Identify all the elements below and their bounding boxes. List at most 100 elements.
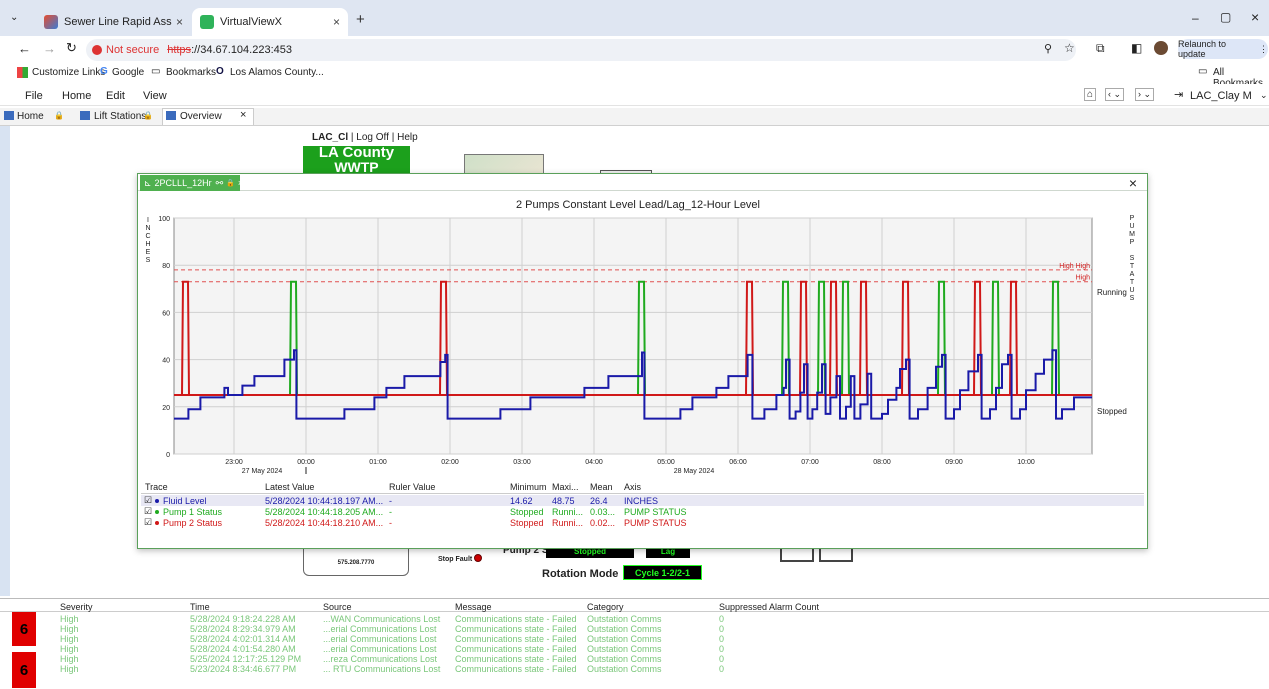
tab-home[interactable]: Home <box>17 111 44 122</box>
right-axis-letter: P <box>1130 215 1135 222</box>
bookmark-customize-links[interactable]: Customize Links <box>32 67 105 78</box>
log-off-link[interactable]: Log Off <box>356 132 389 143</box>
location-icon[interactable]: ⚲ <box>1044 42 1052 55</box>
extensions-icon[interactable]: ⧉ <box>1096 41 1105 56</box>
county-banner: LA County WWTP <box>303 146 410 176</box>
trend-chart[interactable]: 2 Pumps Constant Level Lead/Lag_12-Hour … <box>138 192 1147 480</box>
alarm-source: ... RTU Communications Lost <box>323 664 441 674</box>
close-tab-icon[interactable]: × <box>176 15 183 29</box>
alarm-header-severity[interactable]: Severity <box>60 602 93 612</box>
star-icon[interactable]: ☆ <box>1064 41 1075 55</box>
alarm-row[interactable]: High 5/25/2024 12:17:25.129 PM ...reza Com… <box>0 654 1269 664</box>
alarm-row[interactable]: High 5/23/2024 8:34:46.677 PM ... RTU Comm… <box>0 664 1269 674</box>
left-axis-label: INCHES <box>145 217 150 264</box>
legend-checkbox[interactable]: ☑ <box>144 517 152 528</box>
left-axis-letter: S <box>146 257 151 264</box>
close-tab-icon[interactable]: × <box>238 178 243 188</box>
bookmark-google[interactable]: Google <box>112 67 144 78</box>
back-icon[interactable]: ← <box>18 41 31 56</box>
not-secure-label: Not secure <box>106 44 160 56</box>
browser-tab-virtualviewx[interactable]: VirtualViewX × <box>192 8 348 36</box>
legend-checkbox[interactable]: ☑ <box>144 495 152 506</box>
help-link[interactable]: Help <box>397 132 418 143</box>
legend-color-dot <box>155 521 159 525</box>
right-axis-letter: S <box>1130 255 1135 262</box>
url-scheme: https <box>167 44 192 56</box>
alarm-header-source[interactable]: Source <box>323 602 352 612</box>
alarm-header-suppressed[interactable]: Suppressed Alarm Count <box>719 602 819 612</box>
forward-icon[interactable]: → <box>43 41 56 56</box>
new-tab-button[interactable]: + <box>356 11 365 28</box>
tab-search-icon[interactable]: ⌄ <box>10 12 18 23</box>
alarm-row[interactable]: High 5/28/2024 8:29:34.979 AM ...erial Com… <box>0 624 1269 634</box>
popup-tab[interactable]: ⊾ 2PCLLL_12Hr ⚯ 🔒 × <box>140 175 243 191</box>
los-alamos-icon: O <box>216 66 224 77</box>
alarm-header-time[interactable]: Time <box>190 602 210 612</box>
y-tick-label: 0 <box>166 452 170 459</box>
browser-tab-sewer[interactable]: Sewer Line Rapid Assessment T × <box>36 8 191 36</box>
popup-close-button[interactable]: × <box>1129 175 1137 191</box>
y-tick-label: 20 <box>162 405 170 412</box>
reload-icon[interactable]: ↻ <box>66 40 77 56</box>
alarm-message: Communications state - Failed <box>455 624 577 634</box>
bookmark-los-alamos[interactable]: Los Alamos County... <box>230 67 324 78</box>
legend-row[interactable]: ☑ Fluid Level 5/28/2024 10:44:18.197 AM...… <box>141 495 1144 506</box>
legend-mean: 0.02... <box>590 517 616 528</box>
link-icon: ⚯ <box>215 177 224 188</box>
alarm-row[interactable]: High 5/28/2024 4:01:54.280 AM ...erial Com… <box>0 644 1269 654</box>
tab-lift-stations[interactable]: Lift Stations <box>94 111 146 122</box>
right-axis-letter: A <box>1130 271 1135 278</box>
alarm-row[interactable]: High 5/28/2024 9:18:24.228 AM ...WAN Commu… <box>0 614 1269 624</box>
x-axis-ticks: 23:00 00:00 01:00 02:00 03:00 04:00 05:00 06:00… <box>225 459 1035 475</box>
nav-forward-button[interactable]: › ⌄ <box>1135 88 1155 101</box>
apps-grid-icon[interactable] <box>17 67 28 78</box>
x-tick-label: 10:00 <box>1017 459 1035 466</box>
tab-home-icon <box>4 111 14 120</box>
alarm-count: 0 <box>719 664 725 674</box>
legend-checkbox[interactable]: ☑ <box>144 506 152 517</box>
logout-icon[interactable]: ⇥ <box>1174 88 1183 101</box>
relaunch-button[interactable]: Relaunch to update ⋮ <box>1178 39 1268 59</box>
close-tab-icon[interactable]: × <box>240 109 246 121</box>
close-window-button[interactable]: × <box>1251 9 1259 25</box>
chevron-down-icon[interactable]: ⌄ <box>1260 90 1268 101</box>
menu-file[interactable]: File <box>25 90 43 102</box>
pump2-state-box: Stopped <box>546 548 634 558</box>
alarm-severity: High <box>60 614 79 624</box>
legend-row[interactable]: ☑ Pump 2 Status 5/28/2024 10:44:18.210 AM.… <box>141 517 1144 528</box>
alarm-message: Communications state - Failed <box>455 654 577 664</box>
maximize-button[interactable]: ▢ <box>1220 10 1231 24</box>
x-tick-label: 23:00 <box>225 459 243 466</box>
user-menu[interactable]: LAC_Clay M <box>1190 90 1252 102</box>
home-icon[interactable]: ⌂ <box>1084 88 1097 101</box>
y-tick-label: 80 <box>162 263 170 270</box>
alarm-message: Communications state - Failed <box>455 634 577 644</box>
sewer-favicon-icon <box>44 15 58 29</box>
url-bar[interactable]: Not secure https ://34.67.104.223:453 <box>86 39 1076 61</box>
x-date-label: 28 May 2024 <box>674 468 715 475</box>
tab-overview[interactable]: Overview <box>180 111 222 122</box>
sidepanel-icon[interactable]: ◧ <box>1131 41 1142 55</box>
map-thumbnail[interactable] <box>464 154 544 174</box>
alarm-message: Communications state - Failed <box>455 644 577 654</box>
lock-icon: 🔒 <box>226 180 235 187</box>
menu-view[interactable]: View <box>143 90 167 102</box>
menu-home[interactable]: Home <box>62 90 91 102</box>
alarm-header-category[interactable]: Category <box>587 602 624 612</box>
legend-header-mean: Mean <box>590 481 613 492</box>
legend-row[interactable]: ☑ Pump 1 Status 5/28/2024 10:44:18.205 AM.… <box>141 506 1144 517</box>
trend-popup-window[interactable]: ⊾ 2PCLLL_12Hr ⚯ 🔒 × × 2 Pumps Constant L… <box>137 173 1148 549</box>
more-menu-icon: ⋮ <box>1259 43 1268 54</box>
profile-avatar[interactable] <box>1154 41 1168 55</box>
minimize-button[interactable]: – <box>1192 11 1199 25</box>
nav-back-button[interactable]: ‹ ⌄ <box>1105 88 1125 101</box>
alarm-header-message[interactable]: Message <box>455 602 492 612</box>
close-tab-icon[interactable]: × <box>333 15 340 29</box>
bookmark-bookmarks[interactable]: Bookmarks <box>166 67 216 78</box>
alarm-source: ...erial Communications Lost <box>323 644 437 654</box>
menu-edit[interactable]: Edit <box>106 90 125 102</box>
alarm-count: 0 <box>719 644 725 654</box>
alarm-row[interactable]: High 5/28/2024 4:02:01.314 AM ...erial Com… <box>0 634 1269 644</box>
legend-ruler: - <box>389 517 392 528</box>
legend-axis: PUMP STATUS <box>624 517 687 528</box>
